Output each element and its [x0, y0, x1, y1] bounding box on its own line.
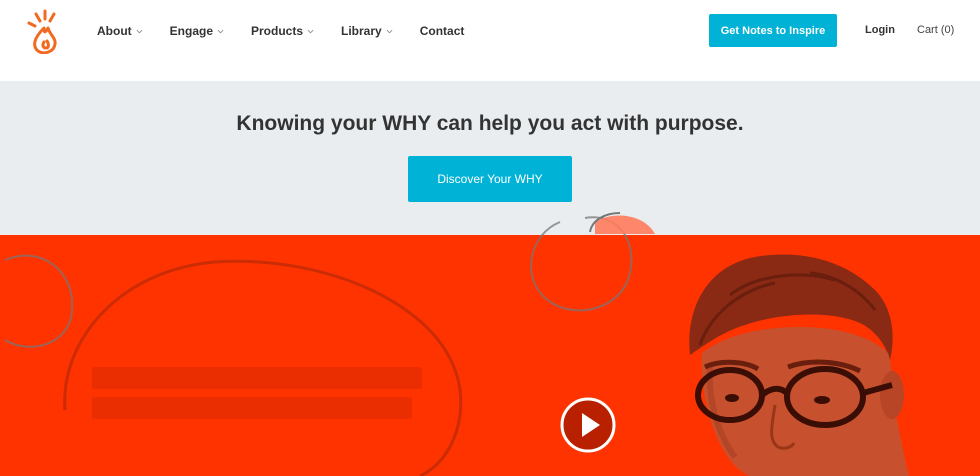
get-notes-button[interactable]: Get Notes to Inspire	[709, 14, 837, 47]
nav-contact[interactable]: Contact	[420, 24, 465, 38]
nav-library[interactable]: Library	[341, 24, 393, 38]
video-background-text	[92, 367, 422, 419]
nav-products[interactable]: Products	[251, 24, 314, 38]
nav-engage-label: Engage	[169, 24, 213, 38]
main-nav: About Engage Products Library Contact	[97, 24, 491, 38]
hero-title: Knowing your WHY can help you act with p…	[236, 112, 744, 135]
video-banner[interactable]	[0, 235, 980, 476]
chevron-down-icon	[136, 29, 143, 33]
nav-library-label: Library	[341, 24, 382, 38]
site-header: About Engage Products Library Contact Ge…	[0, 0, 980, 81]
chevron-down-icon	[307, 29, 314, 33]
hero-section: Knowing your WHY can help you act with p…	[0, 81, 980, 235]
nav-engage[interactable]: Engage	[170, 24, 224, 38]
nav-about-label: About	[97, 24, 132, 38]
play-button[interactable]	[560, 397, 616, 453]
login-link[interactable]: Login	[865, 24, 895, 36]
nav-contact-label: Contact	[419, 24, 465, 38]
flame-logo-icon[interactable]	[24, 8, 64, 55]
discover-why-button[interactable]: Discover Your WHY	[408, 156, 572, 202]
speaker-portrait	[689, 254, 909, 476]
chevron-down-icon	[386, 29, 393, 33]
play-icon	[560, 397, 616, 453]
chevron-down-icon	[217, 29, 224, 33]
cart-link[interactable]: Cart (0)	[917, 24, 954, 36]
nav-about[interactable]: About	[97, 24, 143, 38]
nav-products-label: Products	[251, 24, 304, 38]
